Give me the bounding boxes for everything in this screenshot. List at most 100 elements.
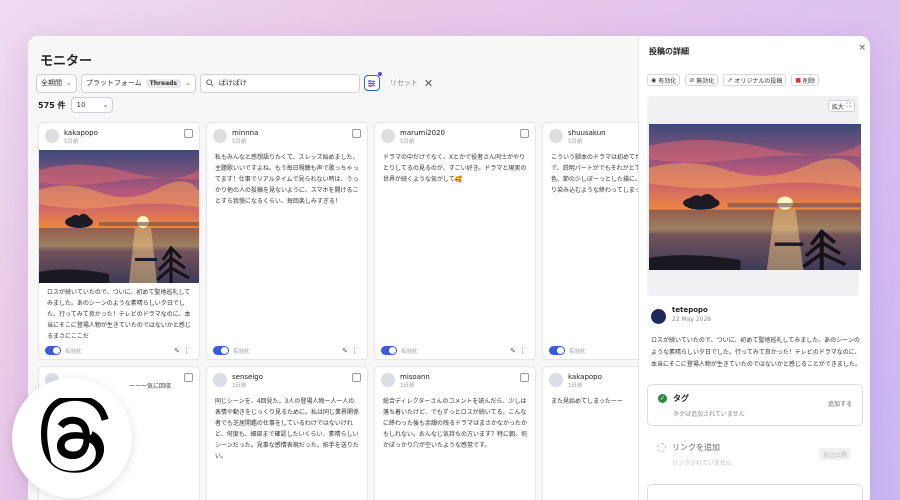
card-username: kakapopo <box>568 373 602 381</box>
preview-image <box>649 124 861 270</box>
check-icon: ✓ <box>658 394 667 403</box>
tag-section: ✓ タグ タグは追加されていません 追加する <box>647 384 863 426</box>
search-input[interactable]: ばけばけ <box>199 73 360 93</box>
post-card[interactable]: kakapopo 1日前 また見始めてしまったーー <box>542 366 638 500</box>
card-text: 私もみんなと感想語りたくて、スレッズ始めました。主題歌いいですよね。もう毎日視聴… <box>215 154 359 205</box>
edit-icon[interactable]: ✎ <box>510 347 519 355</box>
card-text: 総合ディレクターさんのコメントを読んだら、少しは落ち着いたけど、でもずっとロスが… <box>383 398 528 449</box>
card-footer: 有効化 ✎⋮ <box>381 346 529 355</box>
expand-button[interactable]: 拡大 ⛶ <box>827 100 855 112</box>
card-checkbox[interactable] <box>352 373 361 382</box>
post-card[interactable]: marumi2020 1日前 ドラマの中だけでなく、Xとかで役者さん同士がやりと… <box>374 122 536 360</box>
edit-icon[interactable]: ✎ <box>174 347 183 355</box>
card-footer: 有効化 ✎⋮ <box>549 346 638 355</box>
tag-subtitle: タグは追加されていません <box>673 411 745 418</box>
card-checkbox[interactable] <box>184 373 193 382</box>
filter-active-dot <box>377 72 382 76</box>
delete-button[interactable]: ■ 削除 <box>791 74 820 86</box>
card-checkbox[interactable] <box>520 129 529 138</box>
delete-label: 削除 <box>803 77 816 85</box>
card-checkbox[interactable] <box>352 129 361 138</box>
card-header: minnna 1日前 <box>207 123 367 150</box>
active-toggle[interactable] <box>213 346 229 355</box>
active-toggle[interactable] <box>45 346 61 355</box>
app-window: モニター 全期間 ⌄ プラットフォーム Threads ⌄ ばけばけ リセット … <box>28 36 870 500</box>
platform-select[interactable]: プラットフォーム Threads ⌄ <box>80 73 196 93</box>
threads-logo-svg <box>40 398 109 473</box>
media-preview: 拡大 ⛶ <box>647 96 861 296</box>
filter-icon <box>368 79 376 87</box>
card-time: 1日前 <box>232 383 247 389</box>
original-post-button[interactable]: ↗ オリジナルの投稿 <box>723 74 787 86</box>
panel-actions: ◉ 有効化 ⊘ 無効化 ↗ オリジナルの投稿 ■ 削除 <box>647 74 820 86</box>
link-section: リンクを追加 リンクされていません 自己公開 <box>647 434 863 476</box>
post-author: tetepopo 22 May 2026 <box>651 306 711 324</box>
card-text: ロスが続いていたので、ついに、初めて聖地巡礼してみました。あのシーンのような素晴… <box>47 289 191 340</box>
active-toggle[interactable] <box>549 346 565 355</box>
search-icon <box>206 79 214 87</box>
card-username: senseigo <box>232 373 264 381</box>
toggle-label: 有効化 <box>233 348 250 355</box>
platform-tag: Threads <box>145 78 181 88</box>
card-header: shuusakun 1日前 <box>543 123 638 150</box>
more-icon[interactable]: ⋮ <box>351 347 361 355</box>
link-add-button[interactable]: 自己公開 <box>818 448 851 460</box>
disable-button[interactable]: ⊘ 無効化 <box>685 74 719 86</box>
post-card[interactable]: senseigo 1日前 同じシーンを、4回見た。3人の登場人物一人一人の表情や… <box>206 366 368 500</box>
search-value: ばけばけ <box>218 79 247 87</box>
card-text: ドラマの中だけでなく、Xとかで役者さん同士がやりとりしてるの見るのが、すごい好き… <box>383 154 527 183</box>
card-header: senseigo 1日前 <box>207 367 367 394</box>
close-icon[interactable]: ✕ <box>424 77 433 90</box>
panel-title: 投稿の詳細 <box>649 47 689 56</box>
card-actions: ✎⋮ <box>510 347 529 355</box>
enable-button[interactable]: ◉ 有効化 <box>647 74 681 86</box>
post-card[interactable]: shuusakun 1日前 こういう脚本のドラマは初めてだ…視聴者を委ねる形で、… <box>542 122 638 360</box>
original-post-label: オリジナルの投稿 <box>734 77 783 85</box>
post-card[interactable]: misoann 1日前 総合ディレクターさんのコメントを読んだら、少しは落ち着い… <box>374 366 536 500</box>
result-count: 575 件 <box>38 100 66 110</box>
avatar <box>213 373 227 387</box>
avatar <box>549 129 563 143</box>
avatar <box>213 129 227 143</box>
more-icon[interactable]: ⋮ <box>183 347 193 355</box>
chevron-down-icon: ⌄ <box>184 79 191 87</box>
card-checkbox[interactable] <box>184 129 193 138</box>
tag-title: タグ <box>673 394 689 403</box>
card-time: 1日前 <box>64 139 79 145</box>
add-tag-button[interactable]: 追加する <box>828 399 852 408</box>
card-header: kakapopo 1日前 <box>39 123 199 150</box>
card-text: また見始めてしまったーー <box>551 398 623 405</box>
close-icon[interactable]: × <box>858 43 866 53</box>
edit-icon[interactable]: ✎ <box>342 347 351 355</box>
reset-link[interactable]: リセット <box>390 78 418 88</box>
eye-icon: ◉ <box>651 76 657 84</box>
more-icon[interactable]: ⋮ <box>519 347 529 355</box>
external-link-icon: ↗ <box>727 76 733 84</box>
post-detail-panel: 投稿の詳細 × ◉ 有効化 ⊘ 無効化 ↗ オリジナルの投稿 ■ 削除 拡大 ⛶… <box>638 36 870 500</box>
active-toggle[interactable] <box>381 346 397 355</box>
trash-icon: ■ <box>795 76 802 84</box>
page-title: モニター <box>40 54 93 69</box>
post-date: 22 May 2026 <box>672 316 712 323</box>
expand-icon: ⛶ <box>846 102 851 109</box>
card-checkbox[interactable] <box>520 373 529 382</box>
pending-icon <box>657 443 666 452</box>
post-text: ロスが続いていたので、ついに、初めて聖地巡礼してみました。あのシーンのような素晴… <box>651 337 861 368</box>
card-text: 同じシーンを、4回見た。3人の登場人物一人一人の表情や動きをじっくり見るために。… <box>215 398 360 460</box>
per-page-select[interactable]: 10 ⌄ <box>71 97 114 113</box>
post-card[interactable]: minnna 1日前 私もみんなと感想語りたくて、スレッズ始めました。主題歌いい… <box>206 122 368 360</box>
avatar <box>381 129 395 143</box>
chevron-down-icon: ⌄ <box>66 79 72 87</box>
period-select[interactable]: 全期間 ⌄ <box>36 73 77 93</box>
card-time: 1日前 <box>400 383 415 389</box>
avatar <box>381 373 395 387</box>
filter-settings-button[interactable] <box>363 72 382 91</box>
enable-label: 有効化 <box>658 77 677 85</box>
card-username: shuusakun <box>568 129 606 137</box>
card-footer: 有効化 ✎⋮ <box>45 346 193 355</box>
author-name: tetepopo <box>672 306 708 314</box>
card-time: 1日前 <box>568 139 583 145</box>
post-card[interactable]: kakapopo 1日前 ロスが続いていたので、ついに、初めて聖地巡礼してみまし… <box>38 122 200 360</box>
expand-label: 拡大 <box>831 103 844 111</box>
toggle-label: 有効化 <box>401 348 418 355</box>
